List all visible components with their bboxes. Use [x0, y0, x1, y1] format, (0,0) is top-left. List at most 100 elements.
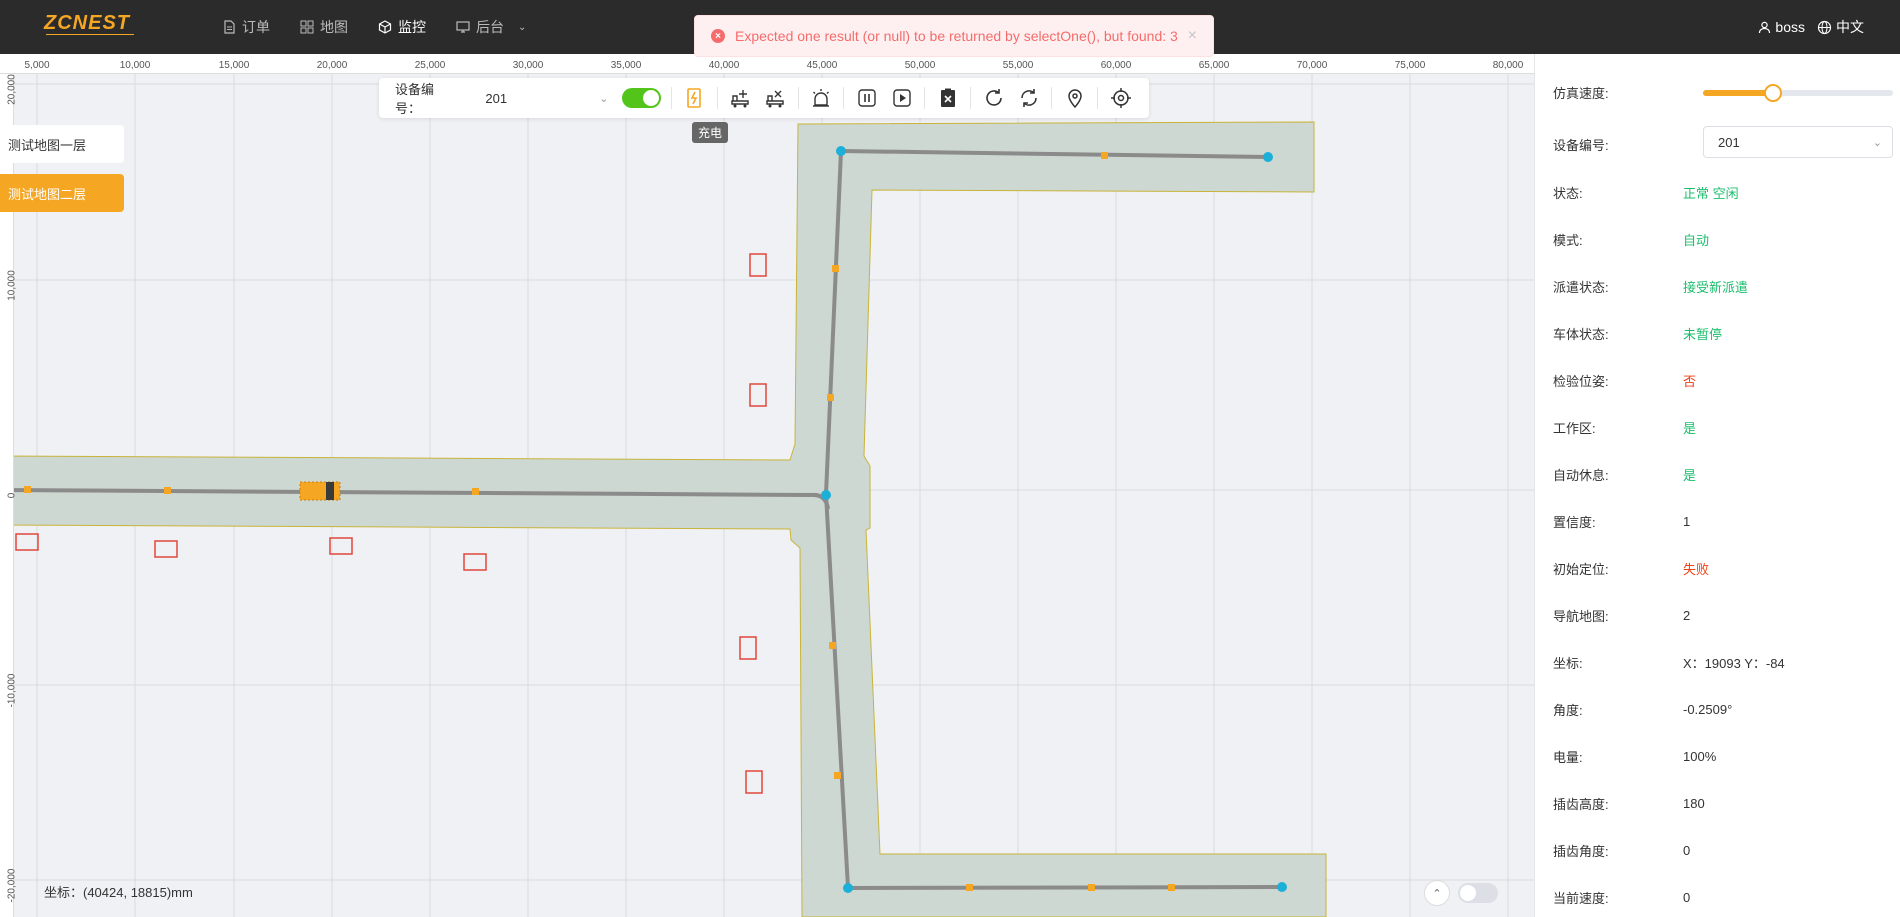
- auto-mode-switch[interactable]: [622, 88, 661, 108]
- toolbar-device-select[interactable]: 201 ⌄: [467, 85, 612, 111]
- logo-underline: [46, 34, 134, 35]
- floor-button-1[interactable]: 测试地图一层: [0, 125, 124, 163]
- target-icon: [1110, 88, 1131, 108]
- relocate-button[interactable]: [1108, 85, 1133, 111]
- charge-button[interactable]: [682, 85, 707, 111]
- info-row: 状态: 正常 空闲: [1553, 182, 1883, 202]
- ruler-y-label: 20,000: [6, 74, 18, 105]
- toolbar-divider: [797, 87, 799, 109]
- nav-orders[interactable]: 订单: [222, 17, 270, 37]
- clear-task-icon: [940, 88, 955, 107]
- ruler-x-label: 5,000: [24, 60, 50, 71]
- info-label: 自动休息:: [1553, 467, 1609, 483]
- info-label: 插齿高度:: [1553, 796, 1609, 812]
- nav-monitor-label: 监控: [398, 19, 426, 35]
- alarm-button[interactable]: [808, 85, 833, 111]
- topbar-right: boss 中文: [1758, 0, 1864, 54]
- location-button[interactable]: [1062, 85, 1087, 111]
- error-toast: × Expected one result (or null) to be re…: [694, 15, 1214, 57]
- language-switch[interactable]: 中文: [1817, 17, 1864, 37]
- ruler-x-label: 75,000: [1394, 60, 1426, 71]
- charge-icon: [687, 88, 701, 108]
- info-row: 模式: 自动: [1553, 229, 1883, 249]
- ruler-x-label: 50,000: [904, 60, 936, 71]
- refresh-icon: [985, 89, 1002, 106]
- nav-admin[interactable]: 后台 ⌄: [456, 17, 526, 37]
- chevron-down-icon: ⌄: [1872, 136, 1882, 149]
- ruler-x-label: 15,000: [218, 60, 250, 71]
- alarm-icon: [812, 89, 829, 107]
- slider-knob[interactable]: [1764, 84, 1783, 102]
- info-label: 电量:: [1553, 749, 1583, 765]
- floor-button-2[interactable]: 测试地图二层: [0, 174, 124, 212]
- sync-button[interactable]: [1016, 85, 1041, 111]
- info-value: 接受新派遣: [1683, 279, 1749, 295]
- toolbar-divider: [670, 87, 672, 109]
- ruler-y-label: 10,000: [6, 270, 18, 301]
- error-icon: ×: [711, 29, 725, 43]
- info-value: 2: [1683, 607, 1691, 623]
- ruler-x-label: 10,000: [119, 60, 151, 71]
- ruler-x-label: 20,000: [316, 60, 348, 71]
- info-value: -0.2509°: [1683, 701, 1733, 717]
- add-load-icon: [731, 90, 749, 108]
- pause-button[interactable]: [854, 85, 879, 111]
- toolbar-divider: [716, 87, 718, 109]
- map-drawing[interactable]: [0, 54, 1534, 917]
- map-bottom-controls: ⌃: [1424, 880, 1498, 906]
- ruler-x-label: 65,000: [1198, 60, 1230, 71]
- info-label: 初始定位:: [1553, 561, 1609, 577]
- nav-admin-label: 后台: [476, 19, 504, 35]
- info-row: 当前速度: 0: [1553, 887, 1883, 907]
- refresh-button[interactable]: [981, 85, 1006, 111]
- document-icon: [224, 20, 235, 34]
- sync-icon: [1020, 89, 1037, 107]
- nav-monitor[interactable]: 监控: [378, 17, 426, 37]
- device-select-value: 201: [1718, 134, 1740, 150]
- load-button[interactable]: [728, 85, 753, 111]
- app-logo[interactable]: ZCNEST: [44, 12, 130, 35]
- charge-tooltip: 充电: [692, 122, 729, 143]
- info-label: 模式:: [1553, 232, 1583, 248]
- toolbar-divider: [1051, 87, 1053, 109]
- info-label: 派遣状态:: [1553, 279, 1609, 295]
- user-menu[interactable]: boss: [1758, 19, 1805, 35]
- info-value: 0: [1683, 842, 1691, 858]
- info-label: 状态:: [1553, 185, 1583, 201]
- clear-task-button[interactable]: [935, 85, 960, 111]
- info-row: 派遣状态: 接受新派遣: [1553, 276, 1883, 296]
- info-label: 车体状态:: [1553, 326, 1609, 342]
- monitor-icon: [456, 21, 470, 33]
- remove-load-icon: [766, 90, 784, 108]
- device-toolbar: 设备编号： 201 ⌄: [379, 78, 1149, 118]
- play-button[interactable]: [889, 85, 914, 111]
- map-canvas[interactable]: 5,000 10,000 15,000 20,000 25,000 30,000…: [0, 54, 1534, 917]
- info-label: 工作区:: [1553, 420, 1596, 436]
- info-value: 是: [1683, 420, 1697, 436]
- nav-map[interactable]: 地图: [300, 17, 348, 37]
- info-label: 置信度:: [1553, 514, 1596, 530]
- toolbar-divider: [924, 87, 926, 109]
- toolbar-divider: [970, 87, 972, 109]
- path-nodes: [821, 146, 1287, 893]
- info-row: 车体状态: 未暂停: [1553, 323, 1883, 343]
- unload-button[interactable]: [763, 85, 788, 111]
- info-row: 自动休息: 是: [1553, 464, 1883, 484]
- chevron-up-icon[interactable]: ⌃: [1424, 880, 1450, 906]
- toolbar-device-label: 设备编号：: [395, 82, 435, 116]
- info-value: 1: [1683, 513, 1691, 529]
- map-toggle-switch[interactable]: [1458, 883, 1498, 903]
- info-label: 当前速度:: [1553, 890, 1609, 906]
- chevron-down-icon: ⌄: [518, 21, 527, 33]
- user-icon: [1759, 21, 1771, 33]
- info-row: 插齿角度: 0: [1553, 840, 1883, 860]
- ruler-y-label: 0: [6, 492, 18, 499]
- ruler-y-label: -10,000: [6, 673, 18, 708]
- sim-speed-slider[interactable]: [1703, 84, 1893, 102]
- robot-agv[interactable]: [299, 481, 341, 501]
- language-label: 中文: [1836, 19, 1864, 35]
- ruler-x-label: 25,000: [414, 60, 446, 71]
- close-icon[interactable]: ×: [1188, 27, 1197, 45]
- device-select[interactable]: 201 ⌄: [1703, 126, 1893, 158]
- info-row: 电量: 100%: [1553, 746, 1883, 766]
